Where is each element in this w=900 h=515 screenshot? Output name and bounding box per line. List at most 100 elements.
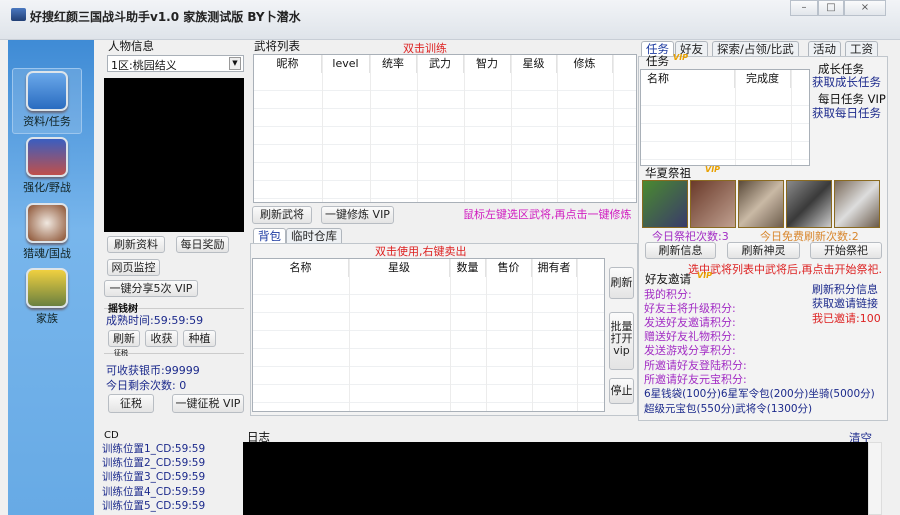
refresh-info-button[interactable]: 刷新信息 (645, 242, 716, 259)
server-select-value: 1区:桃园结义 (111, 59, 177, 72)
mature-time-value: 59:59:59 (153, 314, 204, 327)
minimize-button[interactable]: – (790, 0, 818, 16)
worship-hint: 选中武将列表中武将后,再点击开始祭祀. (688, 263, 882, 276)
tasks-table[interactable]: 名称 完成度 (640, 69, 810, 166)
web-monitor-button[interactable]: 网页监控 (107, 259, 160, 276)
tab-activity[interactable]: 活动 (808, 41, 841, 56)
cd-item: 训练位置5_CD:59:59 (102, 500, 206, 512)
invited-label: 我已邀请: (812, 312, 860, 325)
god-portrait[interactable] (690, 180, 736, 228)
vip-badge: VIP (673, 53, 689, 62)
home-icon (26, 71, 68, 111)
column-header[interactable]: 完成度 (735, 70, 791, 88)
refresh-god-button[interactable]: 刷新神灵 (727, 242, 800, 259)
train-all-button[interactable]: 一键修炼 VIP (321, 206, 394, 224)
collect-all-tax-button[interactable]: 一键征税 VIP (172, 394, 244, 413)
invite-title: 好友邀请 (645, 272, 691, 286)
vip-badge: VIP (697, 271, 713, 280)
column-header[interactable]: 名称 (253, 259, 349, 277)
tab-temp-storage[interactable]: 临时仓库 (286, 228, 342, 243)
generals-title: 武将列表 (254, 39, 300, 53)
god-portrait[interactable] (786, 180, 832, 228)
soul-icon (26, 203, 68, 243)
invited-count: 100 (859, 312, 881, 325)
column-header[interactable]: 统率 (370, 55, 417, 73)
harvest-button[interactable]: 收获 (145, 330, 178, 347)
invite-score-item: 发送游戏分享积分: (644, 344, 736, 357)
remaining-value: 0 (179, 379, 187, 392)
stop-button[interactable]: 停止 (609, 378, 634, 404)
tasks-title: 任务 (646, 54, 669, 68)
get-invite-link[interactable]: 获取邀请链接 (812, 295, 878, 311)
column-header[interactable]: 数量 (450, 259, 486, 277)
tree-refresh-button[interactable]: 刷新 (108, 330, 140, 347)
sidebar-item-family[interactable]: 家族 (12, 266, 82, 332)
column-header[interactable]: 星级 (511, 55, 557, 73)
cd-item: 训练位置2_CD:59:59 (102, 457, 206, 469)
share-button[interactable]: 一键分享5次 VIP (104, 280, 198, 297)
start-worship-button[interactable]: 开始祭祀 (810, 242, 882, 259)
column-header[interactable]: 售价 (486, 259, 532, 277)
silver-value: 99999 (164, 364, 200, 377)
column-header[interactable]: 智力 (464, 55, 511, 73)
silver-label: 可收获银币 (106, 364, 161, 377)
column-header[interactable]: 名称 (641, 70, 735, 88)
collect-tax-button[interactable]: 征税 (108, 394, 154, 413)
log-scrollbar[interactable] (868, 442, 882, 515)
tab-bag[interactable]: 背包 (253, 228, 286, 243)
cd-item: 训练位置1_CD:59:59 (102, 443, 206, 455)
maximize-button[interactable]: □ (818, 0, 844, 16)
column-header[interactable]: 星级 (349, 259, 450, 277)
sidebar-item-label: 猎魂/国战 (23, 247, 71, 260)
plant-button[interactable]: 种植 (183, 330, 216, 347)
chevron-down-icon[interactable]: ▼ (229, 57, 241, 70)
generals-table[interactable]: 昵称 level 统率 武力 智力 星级 修炼 (253, 54, 637, 203)
sidebar-item-profile-tasks[interactable]: 资料/任务 (12, 68, 82, 134)
refresh-profile-button[interactable]: 刷新资料 (107, 236, 165, 253)
bag-table[interactable]: 名称 星级 数量 售价 拥有者 (252, 258, 605, 412)
column-header[interactable]: 武力 (417, 55, 464, 73)
invite-score-item: 所邀请好友元宝积分: (644, 373, 747, 386)
window-title: 好搜红颜三国战斗助手v1.0 家族测试版 BY卜潜水 (30, 10, 301, 24)
sidebar-item-label: 强化/野战 (23, 181, 71, 194)
refresh-generals-button[interactable]: 刷新武将 (252, 206, 312, 224)
close-button[interactable]: × (844, 0, 886, 16)
worship-title: 华夏祭祖 (645, 166, 691, 180)
rewards-line: 超级元宝包(550分)武将令(1300分) (644, 403, 813, 415)
rewards-line: 6星钱袋(100分)6星军令包(200分)坐骑(5000分) (644, 388, 875, 400)
cd-item: 训练位置3_CD:59:59 (102, 471, 206, 483)
worship-count: 3 (721, 230, 729, 243)
sidebar-item-label: 家族 (36, 312, 58, 325)
tab-explore[interactable]: 探索/占领/比武 (712, 41, 799, 56)
cd-title: CD (104, 430, 119, 441)
batch-open-button[interactable]: 批量打开vip (609, 312, 634, 370)
profile-title: 人物信息 (108, 39, 154, 53)
tax-title: 征税 (114, 349, 128, 357)
cd-item: 训练位置4_CD:59:59 (102, 486, 206, 498)
god-portrait[interactable] (642, 180, 688, 228)
get-daily-task-link[interactable]: 获取每日任务 (812, 105, 881, 121)
family-icon (26, 268, 68, 308)
tab-salary[interactable]: 工资 (845, 41, 878, 56)
app-icon (11, 8, 26, 21)
avatar-display (104, 78, 244, 232)
bag-refresh-button[interactable]: 刷新 (609, 267, 634, 299)
bag-hint: 双击使用,右键卖出 (375, 245, 467, 258)
log-output (243, 442, 868, 515)
mature-time-label: 成熟时间 (106, 314, 150, 327)
remaining-label: 今日剩余次数: (106, 379, 176, 392)
god-portrait[interactable] (834, 180, 880, 228)
column-header[interactable]: 修炼 (557, 55, 613, 73)
get-growth-task-link[interactable]: 获取成长任务 (812, 74, 881, 90)
sidebar-item-enhance-field[interactable]: 强化/野战 (12, 135, 82, 201)
sidebar-item-label: 资料/任务 (23, 115, 71, 128)
daily-reward-button[interactable]: 每日奖励 (176, 236, 229, 253)
god-portrait[interactable] (738, 180, 784, 228)
column-header[interactable]: 拥有者 (532, 259, 577, 277)
sidebar-item-soul-war[interactable]: 猎魂/国战 (12, 201, 82, 267)
vip-badge: VIP (705, 165, 721, 174)
column-header[interactable]: 昵称 (254, 55, 322, 73)
train-hint: 鼠标左键选区武将,再点击一键修炼 (463, 208, 632, 221)
server-select[interactable]: 1区:桃园结义 ▼ (107, 55, 244, 72)
column-header[interactable]: level (322, 55, 370, 73)
